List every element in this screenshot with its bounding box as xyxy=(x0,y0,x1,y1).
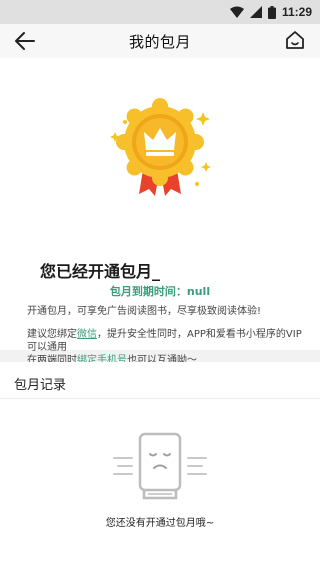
wifi-icon xyxy=(229,6,244,18)
bind-tip-text: 建议您绑定 xyxy=(27,329,77,340)
membership-description: 开通包月，可享免广告阅读图书，尽享极致阅读体验! xyxy=(27,306,262,317)
expire-time: 包月到期时间：null xyxy=(109,285,211,298)
membership-status: 您已经开通包月_ xyxy=(40,262,161,281)
empty-book-icon xyxy=(113,432,207,500)
records-section: 包月记录 您还没有开通过包月哦~ xyxy=(0,362,320,569)
signal-icon xyxy=(249,6,262,18)
bind-wechat-link[interactable]: 微信 xyxy=(77,329,97,340)
app-bar: 我的包月 xyxy=(0,24,320,58)
empty-records-text: 您还没有开通过包月哦~ xyxy=(105,518,215,529)
crown-medal-icon xyxy=(110,98,211,196)
records-title: 包月记录 xyxy=(14,378,67,393)
battery-icon xyxy=(267,5,276,19)
membership-card: 您已经开通包月_ 包月到期时间：null 开通包月，可享免广告阅读图书，尽享极致… xyxy=(0,58,320,366)
home-icon[interactable] xyxy=(284,29,306,51)
status-bar: 11:29 xyxy=(0,0,320,24)
divider xyxy=(0,398,320,399)
page-title: 我的包月 xyxy=(128,32,191,51)
back-arrow-icon[interactable] xyxy=(14,31,36,51)
status-time: 11:29 xyxy=(281,5,312,19)
